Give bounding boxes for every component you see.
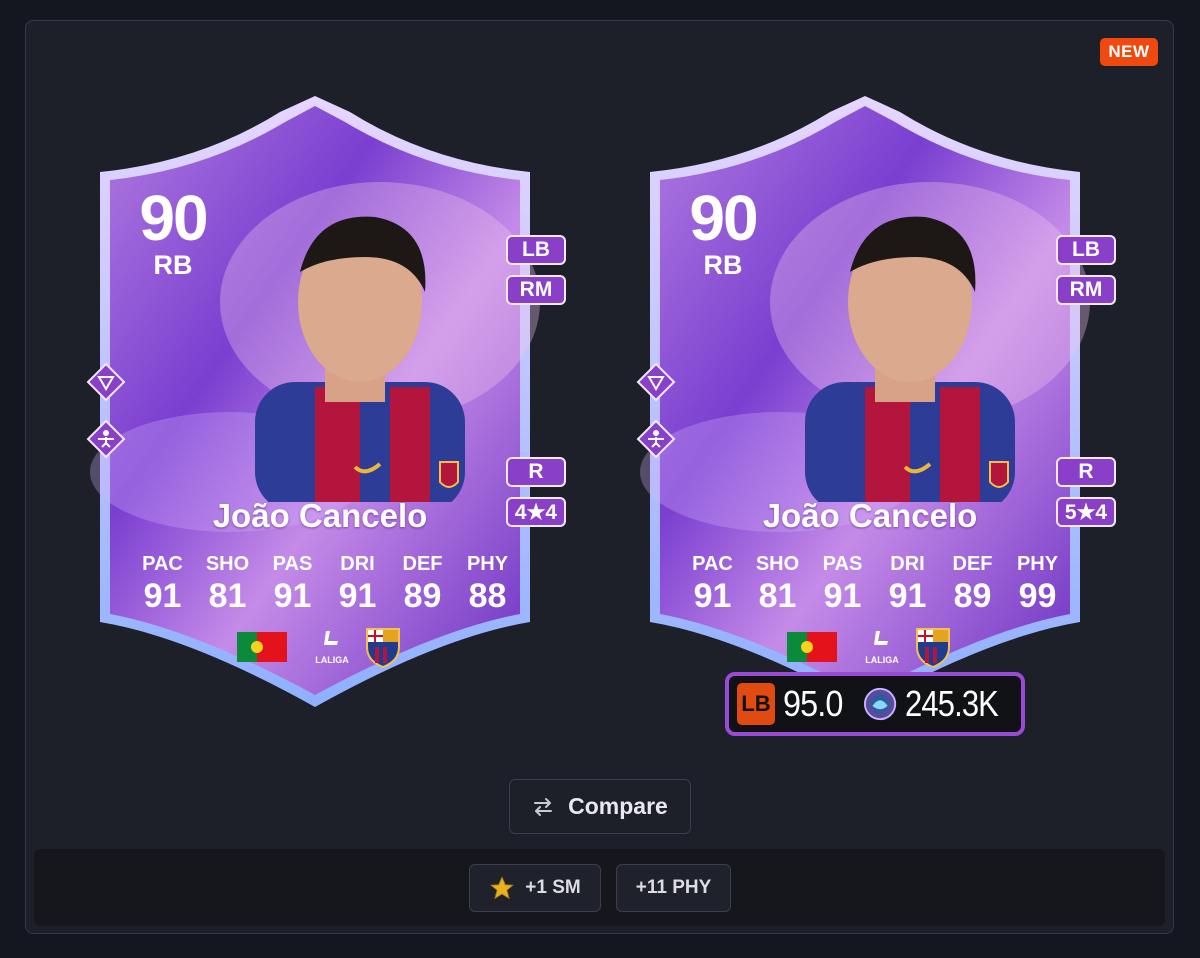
stat-value: 81 [758, 577, 797, 615]
stat-label: DRI [340, 553, 375, 575]
player-photo [805, 216, 1015, 502]
laliga-logo-icon: LALIGA [860, 627, 904, 667]
preferred-foot: R [1056, 457, 1116, 487]
new-badge: NEW [1100, 38, 1158, 66]
stat-value: 91 [693, 577, 732, 615]
barcelona-crest-icon [366, 628, 400, 669]
skill-weak-foot: 5★4 [1056, 497, 1116, 527]
stat-pac: PAC 91 [130, 552, 195, 616]
alt-position-2: RM [506, 275, 566, 305]
player-card[interactable]: 90 RB LB RM R 5★4 João Cancelo PAC 91 SH… [630, 92, 1116, 717]
price-score: 95.0 [782, 683, 843, 724]
league-text: LALIGA [865, 655, 899, 665]
barcelona-crest-icon [916, 628, 950, 669]
portugal-flag-icon [237, 632, 287, 662]
stat-label: PHY [1016, 553, 1059, 575]
price-bar: LB 95.0 245.3K [725, 672, 1025, 736]
stat-label: DEF [952, 553, 993, 575]
price-value: 245.3K [904, 683, 999, 724]
compare-label: Compare [568, 793, 668, 819]
stat-def: DEF 89 [390, 552, 455, 616]
stat-value: 91 [888, 577, 927, 615]
stat-pas: PAS 91 [810, 552, 875, 616]
laliga-logo-icon: LALIGA [310, 627, 354, 667]
stat-value: 91 [338, 577, 377, 615]
stat-def: DEF 89 [940, 552, 1005, 616]
stat-pac: PAC 91 [680, 552, 745, 616]
player-photo [255, 216, 465, 502]
swap-arrows-icon [534, 797, 553, 816]
playstyle-icon [86, 419, 126, 459]
alt-position-2: RM [1056, 275, 1116, 305]
star-icon [490, 876, 515, 900]
playstyle-plus-icon [86, 362, 126, 402]
alt-position-1: LB [1056, 235, 1116, 265]
stats-row: PAC 91 SHO 81 PAS 91 DRI 91 DEF 89 [130, 552, 520, 616]
price-position-chip: LB [737, 683, 775, 725]
stat-label: PAC [142, 553, 183, 575]
stat-value: 91 [143, 577, 182, 615]
upgrade-chip-skill-moves[interactable]: +1 SM [469, 864, 601, 912]
stat-value: 91 [823, 577, 862, 615]
stat-value: 81 [208, 577, 247, 615]
overall-rating: 90 [689, 182, 758, 254]
compare-button[interactable]: Compare [509, 779, 691, 834]
stat-sho: SHO 81 [195, 552, 260, 616]
stat-value: 88 [468, 577, 507, 615]
preferred-foot: R [506, 457, 566, 487]
stat-label: PHY [466, 553, 509, 575]
stat-value: 99 [1018, 577, 1057, 615]
stat-value: 89 [403, 577, 442, 615]
player-card[interactable]: 90 RB LB RM R 4★4 João Cancelo PAC 91 SH… [80, 92, 566, 717]
stat-dri: DRI 91 [325, 552, 390, 616]
stats-row: PAC 91 SHO 81 PAS 91 DRI 91 DEF 89 [680, 552, 1070, 616]
stat-phy: PHY 99 [1005, 552, 1070, 616]
stat-pas: PAS 91 [260, 552, 325, 616]
stat-label: DEF [402, 553, 443, 575]
upgrade-label: +11 PHY [635, 877, 712, 898]
stat-label: SHO [755, 553, 800, 575]
player-name: João Cancelo [212, 497, 428, 534]
stat-label: PAS [822, 553, 863, 575]
overall-rating: 90 [139, 182, 208, 254]
skill-weak-foot: 4★4 [506, 497, 566, 527]
upgrade-label: +1 SM [525, 877, 581, 898]
stat-dri: DRI 91 [875, 552, 940, 616]
stat-sho: SHO 81 [745, 552, 810, 616]
upgrade-chip-physical[interactable]: +11 PHY [616, 864, 731, 912]
stat-value: 89 [953, 577, 992, 615]
stat-label: SHO [205, 553, 250, 575]
playstyle-plus-icon [636, 362, 676, 402]
primary-position: RB [703, 250, 743, 280]
coin-icon [863, 687, 896, 721]
player-name: João Cancelo [762, 497, 978, 534]
portugal-flag-icon [787, 632, 837, 662]
stat-phy: PHY 88 [455, 552, 520, 616]
stat-label: PAS [272, 553, 313, 575]
stat-value: 91 [273, 577, 312, 615]
primary-position: RB [153, 250, 193, 280]
stat-label: PAC [692, 553, 733, 575]
playstyle-icon [636, 419, 676, 459]
alt-position-1: LB [506, 235, 566, 265]
stat-label: DRI [890, 553, 925, 575]
league-text: LALIGA [315, 655, 349, 665]
